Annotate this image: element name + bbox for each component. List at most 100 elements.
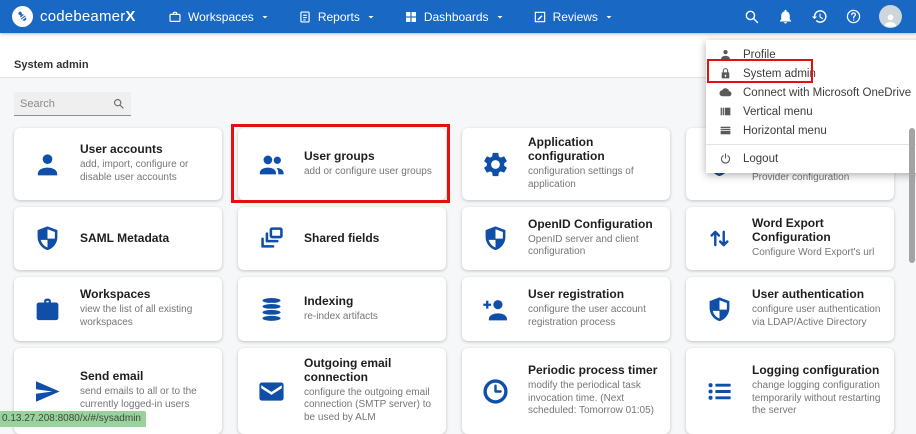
card-word-export-configuration[interactable]: Word Export Configuration Configure Word … [686, 207, 894, 270]
menu-item-vertical-menu[interactable]: Vertical menu [706, 102, 916, 121]
nav-workspaces[interactable]: Workspaces [168, 10, 271, 24]
menu-item-label: Connect with Microsoft OneDrive [743, 87, 911, 99]
page-title: System admin [14, 59, 89, 71]
shield-icon [481, 224, 510, 253]
card-desc: modify the periodical task invocation ti… [528, 380, 664, 418]
scrollbar-thumb[interactable] [909, 128, 915, 263]
nav-reviews[interactable]: Reviews [533, 10, 615, 24]
database-icon [257, 295, 286, 324]
user-group-icon [257, 150, 286, 179]
card-title: Word Export Configuration [752, 217, 888, 245]
cloud-icon [719, 86, 732, 99]
card-user-groups[interactable]: User groups add or configure user groups [238, 128, 446, 200]
card-application-configuration[interactable]: Application configurationconfiguration s… [462, 128, 670, 200]
card-desc: configure user authentication via LDAP/A… [752, 304, 888, 330]
card-workspaces[interactable]: Workspaces view the list of all existing … [14, 277, 222, 341]
card-title: OpenID Configuration [528, 218, 664, 232]
card-title: Logging configuration [752, 364, 888, 378]
envelope-icon [257, 377, 286, 406]
card-title: User registration [528, 288, 664, 302]
chevron-down-icon [603, 11, 615, 23]
nav-reports[interactable]: Reports [298, 10, 377, 24]
search-icon[interactable] [743, 8, 760, 25]
chevron-down-icon [259, 11, 271, 23]
card-desc: change logging configuration temporarily… [752, 380, 888, 418]
menu-item-horizontal-menu[interactable]: Horizontal menu [706, 121, 916, 140]
card-user-authentication[interactable]: User authentication configure user authen… [686, 277, 894, 341]
card-desc: configure the user account registration … [528, 304, 664, 330]
app-title: codebeamerX [40, 8, 136, 25]
person-add-icon [481, 295, 510, 324]
card-title: Outgoing email connection [304, 357, 440, 385]
menu-item-label: System admin [743, 68, 816, 80]
nav-label: Workspaces [188, 10, 254, 24]
nav-dashboards[interactable]: Dashboards [404, 10, 506, 24]
menu-item-onedrive[interactable]: Connect with Microsoft OneDrive [706, 83, 916, 102]
card-desc: re-index artifacts [304, 311, 440, 324]
card-title: Application configuration [528, 136, 664, 164]
shield-icon [33, 224, 62, 253]
card-desc: Configure Word Export's url [752, 247, 888, 260]
briefcase-icon [168, 10, 182, 24]
nav-label: Dashboards [424, 10, 489, 24]
card-title: Periodic process timer [528, 364, 664, 378]
card-indexing[interactable]: Indexing re-index artifacts [238, 277, 446, 341]
nav-label: Reports [318, 10, 360, 24]
gear-icon [481, 150, 510, 179]
menu-item-system-admin[interactable]: System admin [706, 64, 916, 83]
card-desc: configure the outgoing email connection … [304, 387, 440, 425]
card-user-accounts[interactable]: User accounts add, import, configure or d… [14, 128, 222, 200]
card-title: SAML Metadata [80, 232, 216, 246]
card-outgoing-email-connection[interactable]: Outgoing email connectionconfigure the o… [238, 348, 446, 434]
notifications-bell-icon[interactable] [777, 8, 794, 25]
card-logging-configuration[interactable]: Logging configuration change logging conf… [686, 348, 894, 434]
card-desc: add, import, configure or disable user a… [80, 159, 216, 185]
card-desc: configuration settings of application [528, 166, 664, 192]
card-title: Workspaces [80, 288, 216, 302]
card-desc: add or configure user groups [304, 166, 440, 179]
card-title: Send email [80, 370, 216, 384]
clock-icon [481, 377, 510, 406]
chevron-down-icon [494, 11, 506, 23]
nav-label: Reviews [553, 10, 598, 24]
scrollbar[interactable] [902, 33, 916, 427]
menu-item-label: Vertical menu [743, 106, 813, 118]
card-title: User accounts [80, 143, 216, 157]
header-actions [743, 0, 902, 33]
card-user-registration[interactable]: User registration configure the user acco… [462, 277, 670, 341]
layers-icon [257, 224, 286, 253]
search-input[interactable] [20, 98, 112, 110]
menu-item-label: Logout [743, 153, 778, 165]
card-desc: view the list of all existing workspaces [80, 304, 216, 330]
card-title: Indexing [304, 295, 440, 309]
card-openid-configuration[interactable]: OpenID ConfigurationOpenID server and cl… [462, 207, 670, 270]
menu-item-profile[interactable]: Profile [706, 45, 916, 64]
report-icon [298, 10, 312, 24]
user-avatar[interactable] [879, 5, 902, 28]
list-icon [705, 377, 734, 406]
user-icon [33, 150, 62, 179]
history-icon[interactable] [811, 8, 828, 25]
card-shared-fields[interactable]: Shared fields [238, 207, 446, 270]
card-saml-metadata[interactable]: SAML Metadata [14, 207, 222, 270]
person-icon [719, 48, 732, 61]
search-icon[interactable] [112, 97, 125, 110]
send-icon [33, 377, 62, 406]
help-icon[interactable] [845, 8, 862, 25]
menu-item-label: Profile [743, 49, 776, 61]
card-title: Shared fields [304, 232, 440, 246]
menu-item-logout[interactable]: Logout [706, 149, 916, 168]
horizontal-menu-icon [719, 124, 732, 137]
bee-logo-icon [12, 6, 33, 27]
status-url: 0.13.27.208:8080/x/#/sysadmin [0, 411, 146, 427]
admin-card-grid: User accounts add, import, configure or d… [14, 128, 894, 434]
user-dropdown-menu: Profile System admin Connect with Micros… [706, 40, 916, 173]
menu-item-label: Horizontal menu [743, 125, 827, 137]
card-periodic-process-timer[interactable]: Periodic process timer modify the periodi… [462, 348, 670, 434]
main-nav: Workspaces Reports Dashboards Reviews [168, 0, 615, 33]
review-edit-icon [533, 10, 547, 24]
app-logo[interactable]: codebeamerX [12, 6, 136, 27]
card-title: User authentication [752, 288, 888, 302]
card-title: User groups [304, 150, 440, 164]
dashboard-grid-icon [404, 10, 418, 24]
